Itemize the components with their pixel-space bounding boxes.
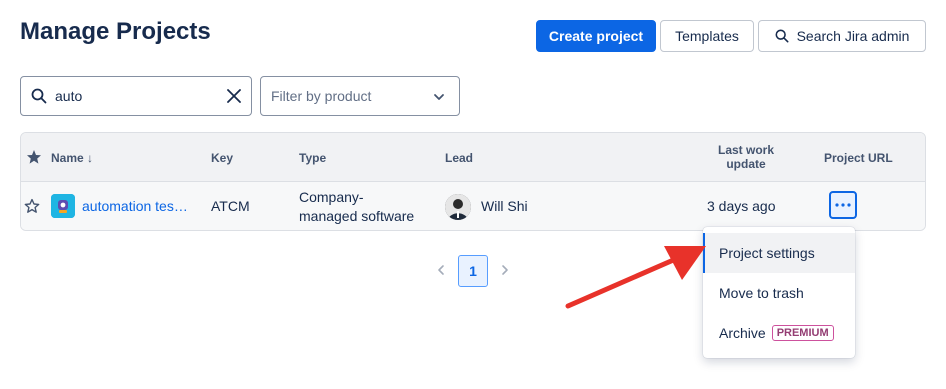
project-lead[interactable]: Will Shi	[481, 198, 528, 214]
clear-icon[interactable]	[227, 89, 241, 103]
column-last-update-line2: update	[726, 157, 766, 171]
star-filled-icon[interactable]	[26, 149, 42, 165]
star-outline-icon[interactable]	[24, 198, 40, 214]
premium-badge: PREMIUM	[771, 325, 834, 341]
column-name[interactable]: Name ↓	[51, 151, 93, 165]
table-row: automation tes… ATCM Company- managed so…	[21, 182, 925, 230]
project-avatar-icon	[51, 194, 75, 218]
column-last-update-line1: Last work	[717, 143, 774, 157]
project-type-line1: Company-	[299, 189, 364, 205]
avatar	[445, 194, 471, 220]
column-lead: Lead	[445, 151, 474, 165]
project-type-line2: managed software	[299, 208, 415, 224]
pagination-page-button[interactable]: 1	[458, 255, 488, 287]
project-search-field[interactable]	[20, 76, 252, 116]
column-last-update: Last work update	[711, 143, 781, 171]
search-jira-admin-label: Search Jira admin	[796, 28, 910, 44]
menu-item-archive[interactable]: Archive PREMIUM	[703, 313, 855, 353]
menu-item-project-settings[interactable]: Project settings	[703, 233, 855, 273]
more-horizontal-icon	[835, 203, 851, 207]
annotation-arrow-icon	[565, 246, 706, 309]
templates-button[interactable]: Templates	[660, 20, 754, 52]
project-actions-menu: Project settings Move to trash Archive P…	[703, 227, 855, 358]
column-key: Key	[211, 151, 234, 165]
menu-item-move-to-trash[interactable]: Move to trash	[703, 273, 855, 313]
chevron-down-icon	[434, 94, 444, 100]
more-actions-button[interactable]	[829, 191, 857, 219]
chevron-left-icon[interactable]	[435, 264, 447, 276]
search-icon	[775, 29, 789, 43]
column-type: Type	[299, 151, 327, 165]
search-icon	[31, 88, 47, 104]
table-header: Name ↓ Key Type Lead Last work update Pr…	[21, 133, 925, 182]
project-last-update: 3 days ago	[707, 198, 776, 214]
column-project-url: Project URL	[824, 151, 893, 165]
product-filter-select[interactable]: Filter by product	[260, 76, 460, 116]
project-key: ATCM	[211, 198, 250, 214]
project-name-link[interactable]: automation tes…	[82, 198, 188, 214]
search-input[interactable]	[53, 87, 213, 105]
search-jira-admin-button[interactable]: Search Jira admin	[758, 20, 926, 52]
project-type: Company- managed software	[299, 188, 414, 226]
create-project-button[interactable]: Create project	[536, 20, 656, 52]
page-title: Manage Projects	[20, 18, 211, 45]
product-filter-placeholder: Filter by product	[271, 88, 372, 104]
menu-item-archive-label: Archive	[719, 325, 766, 341]
chevron-right-icon[interactable]	[499, 264, 511, 276]
projects-table: Name ↓ Key Type Lead Last work update Pr…	[20, 132, 926, 231]
